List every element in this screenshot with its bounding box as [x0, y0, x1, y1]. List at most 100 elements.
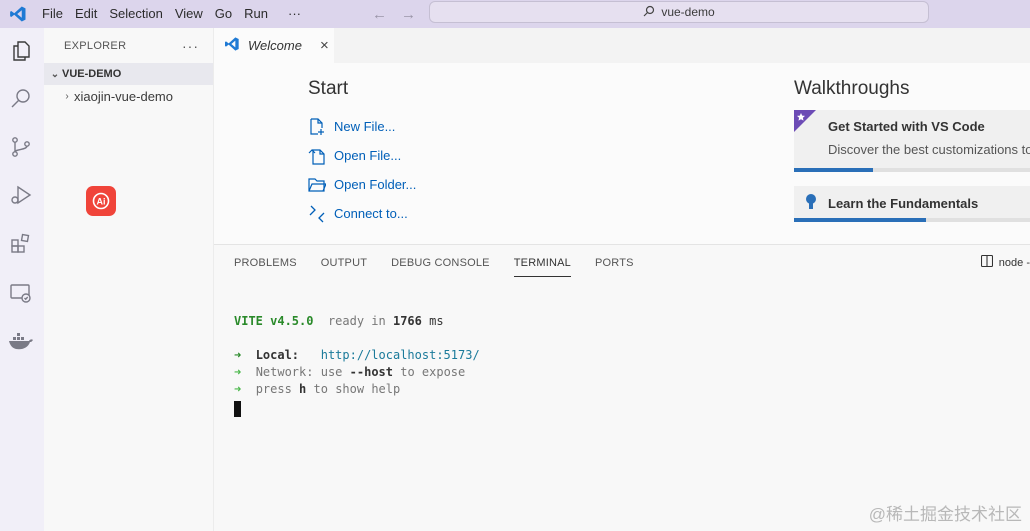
lightbulb-icon [804, 193, 818, 216]
editor-tabs: Welcome × [214, 28, 1030, 63]
ai-assistant-icon[interactable]: Ai [86, 186, 116, 216]
search-icon [643, 5, 655, 20]
terminal-split-icon [980, 254, 993, 270]
connect-to-link[interactable]: Connect to... [308, 199, 416, 228]
terminal-name: node - [998, 256, 1030, 269]
vscode-logo-icon [224, 36, 240, 55]
explorer-header: EXPLORER ··· [44, 28, 213, 63]
remote-explorer-icon[interactable] [8, 280, 34, 306]
walkthrough-card-get-started[interactable]: Get Started with VS Code Discover the be… [794, 110, 1030, 172]
tab-debug-console[interactable]: DEBUG CONSOLE [391, 245, 490, 281]
menu-go[interactable]: Go [209, 0, 238, 28]
arrow-icon: ➜ [234, 365, 242, 379]
docker-icon[interactable] [8, 328, 34, 354]
start-section: Start New File... Open File... Open Fold… [308, 78, 416, 228]
menu-edit[interactable]: Edit [69, 0, 103, 28]
close-icon[interactable]: × [320, 37, 329, 54]
tab-label: Welcome [248, 38, 302, 53]
walkthrough-progress-bar [794, 168, 1030, 172]
walkthrough-card-fundamentals[interactable]: Learn the Fundamentals [794, 186, 1030, 222]
menu-more[interactable]: ··· [282, 0, 307, 28]
source-control-icon[interactable] [8, 134, 34, 160]
explorer-sidebar: EXPLORER ··· ⌄ VUE-DEMO › xiaojin-vue-de… [44, 28, 214, 531]
press-text: press [255, 382, 292, 396]
remote-connect-icon [308, 205, 326, 223]
press-key: h [299, 382, 307, 396]
terminal-line: VITE v4.5.0 ready in 1766 ms [234, 313, 480, 330]
network-flag: --host [349, 365, 393, 379]
arrow-icon: ➜ [234, 348, 242, 362]
connect-to-label: Connect to... [334, 206, 408, 221]
network-label: Network: [255, 365, 314, 379]
terminal-line: ➜ Network: use --host to expose [234, 364, 480, 381]
start-title: Start [308, 78, 349, 99]
explorer-icon[interactable] [8, 38, 34, 64]
command-center-search[interactable]: vue-demo [429, 1, 929, 23]
terminal-cursor [234, 400, 241, 417]
tab-problems[interactable]: PROBLEMS [234, 245, 297, 281]
tab-terminal[interactable]: TERMINAL [513, 245, 572, 281]
search-icon[interactable] [8, 86, 34, 112]
walkthrough-progress-bar [794, 218, 1030, 222]
menu-selection[interactable]: Selection [103, 0, 168, 28]
press-text: to show help [313, 382, 401, 396]
chevron-right-icon: › [65, 90, 69, 102]
menu-run[interactable]: Run [238, 0, 274, 28]
back-arrow-icon[interactable]: ← [372, 6, 387, 23]
local-label: Local: [255, 348, 300, 362]
walkthrough-card-title: Learn the Fundamentals [828, 196, 979, 211]
tab-ports[interactable]: PORTS [595, 245, 634, 281]
run-debug-icon[interactable] [8, 182, 34, 208]
terminal-line: ➜ press h to show help [234, 381, 480, 398]
network-text: use [320, 365, 343, 379]
menu-file[interactable]: File [36, 0, 69, 28]
menu-view[interactable]: View [169, 0, 209, 28]
workspace-folder-label: VUE-DEMO [62, 68, 122, 80]
walkthrough-progress-fill [794, 168, 874, 172]
workspace-folder[interactable]: ⌄ VUE-DEMO [44, 63, 213, 85]
ready-ms-unit: ms [429, 314, 444, 328]
panel-tabs: PROBLEMS OUTPUT DEBUG CONSOLE TERMINAL P… [214, 245, 1030, 281]
tree-item-label: xiaojin-vue-demo [74, 88, 173, 104]
walkthroughs-title: Walkthroughs [794, 78, 910, 99]
forward-arrow-icon[interactable]: → [401, 6, 416, 23]
new-file-label: New File... [334, 119, 396, 134]
walkthrough-progress-fill [794, 218, 926, 222]
star-badge-icon [794, 110, 816, 132]
open-folder-icon [308, 176, 326, 194]
walkthrough-card-description: Discover the best customizations to [828, 142, 1030, 157]
ready-ms-value: 1766 [392, 314, 422, 328]
extensions-icon[interactable] [8, 230, 34, 256]
new-file-link[interactable]: New File... [308, 112, 416, 141]
terminal-output: VITE v4.5.0 ready in 1766 ms ➜ Local: ht… [234, 313, 480, 417]
open-folder-label: Open Folder... [334, 177, 417, 192]
bottom-panel: PROBLEMS OUTPUT DEBUG CONSOLE TERMINAL P… [214, 244, 1030, 531]
editor-area: Welcome × Start New File... Open File...… [214, 28, 1030, 244]
vscode-logo-icon [0, 0, 36, 28]
tree-item-folder[interactable]: › xiaojin-vue-demo [44, 85, 213, 107]
arrow-icon: ➜ [234, 382, 242, 396]
chevron-down-icon: ⌄ [50, 68, 60, 80]
open-file-icon [308, 147, 326, 165]
svg-text:Ai: Ai [97, 197, 106, 207]
title-bar: File Edit Selection View Go Run ··· ← → … [0, 0, 1030, 28]
walkthrough-card-title: Get Started with VS Code [828, 119, 985, 134]
explorer-more-button[interactable]: ··· [182, 38, 199, 54]
open-file-link[interactable]: Open File... [308, 141, 416, 170]
vite-version: VITE v4.5.0 [234, 314, 314, 328]
new-file-icon [308, 117, 326, 136]
terminal-prompt-line[interactable] [234, 400, 480, 417]
network-text: to expose [400, 365, 466, 379]
tab-output[interactable]: OUTPUT [321, 245, 367, 281]
terminal-line: ➜ Local: http://localhost:5173/ [234, 347, 480, 364]
navigation-arrows: ← → [372, 0, 416, 28]
local-url-link[interactable]: http://localhost:5173/ [321, 348, 480, 362]
walkthroughs-section: Walkthroughs Get Started with VS Code Di… [794, 78, 1030, 236]
terminal-selector[interactable]: node - [980, 254, 1030, 270]
menu-bar: File Edit Selection View Go Run ··· [36, 0, 307, 28]
open-folder-link[interactable]: Open Folder... [308, 170, 416, 199]
watermark: @稀土掘金技术社区 [868, 505, 1022, 524]
tab-welcome[interactable]: Welcome × [214, 28, 334, 63]
explorer-title: EXPLORER [64, 39, 127, 52]
